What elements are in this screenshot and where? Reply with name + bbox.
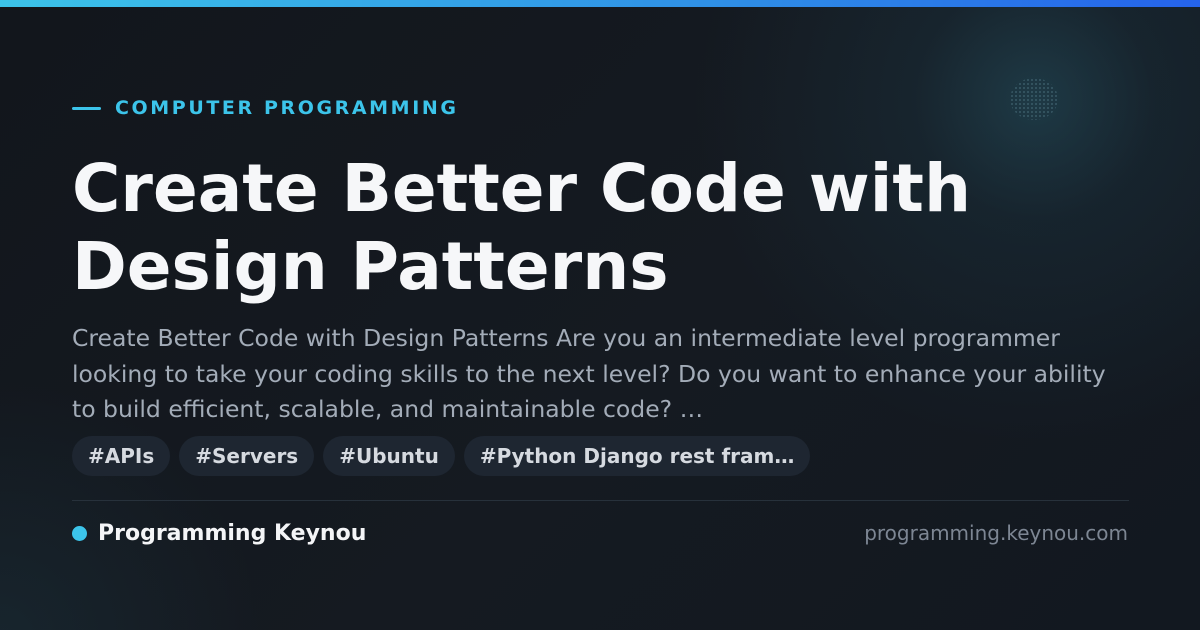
post-description: Create Better Code with Design Patterns … <box>72 324 1106 423</box>
dot-pattern-decoration <box>1010 78 1058 120</box>
tag-apis[interactable]: #APIs <box>72 436 171 476</box>
footer-divider <box>72 500 1129 501</box>
category-label: COMPUTER PROGRAMMING <box>115 97 459 119</box>
site-url[interactable]: programming.keynou.com <box>864 519 1128 547</box>
post-title: Create Better Code with Design Patterns <box>72 150 971 305</box>
dash-icon <box>72 106 101 110</box>
brand-name: Programming Keynou <box>98 520 367 546</box>
tag-list: #APIs #Servers #Ubuntu #Python Django re… <box>72 436 811 476</box>
brand: Programming Keynou <box>72 519 366 547</box>
accent-top-bar <box>0 0 1200 7</box>
og-card: COMPUTER PROGRAMMING Create Better Code … <box>0 0 1200 630</box>
brand-dot-icon <box>72 525 87 541</box>
tag-python-django[interactable]: #Python Django rest fram… <box>463 436 811 476</box>
tag-ubuntu[interactable]: #Ubuntu <box>323 436 455 476</box>
category-eyebrow: COMPUTER PROGRAMMING <box>72 96 459 120</box>
tag-servers[interactable]: #Servers <box>179 436 315 476</box>
